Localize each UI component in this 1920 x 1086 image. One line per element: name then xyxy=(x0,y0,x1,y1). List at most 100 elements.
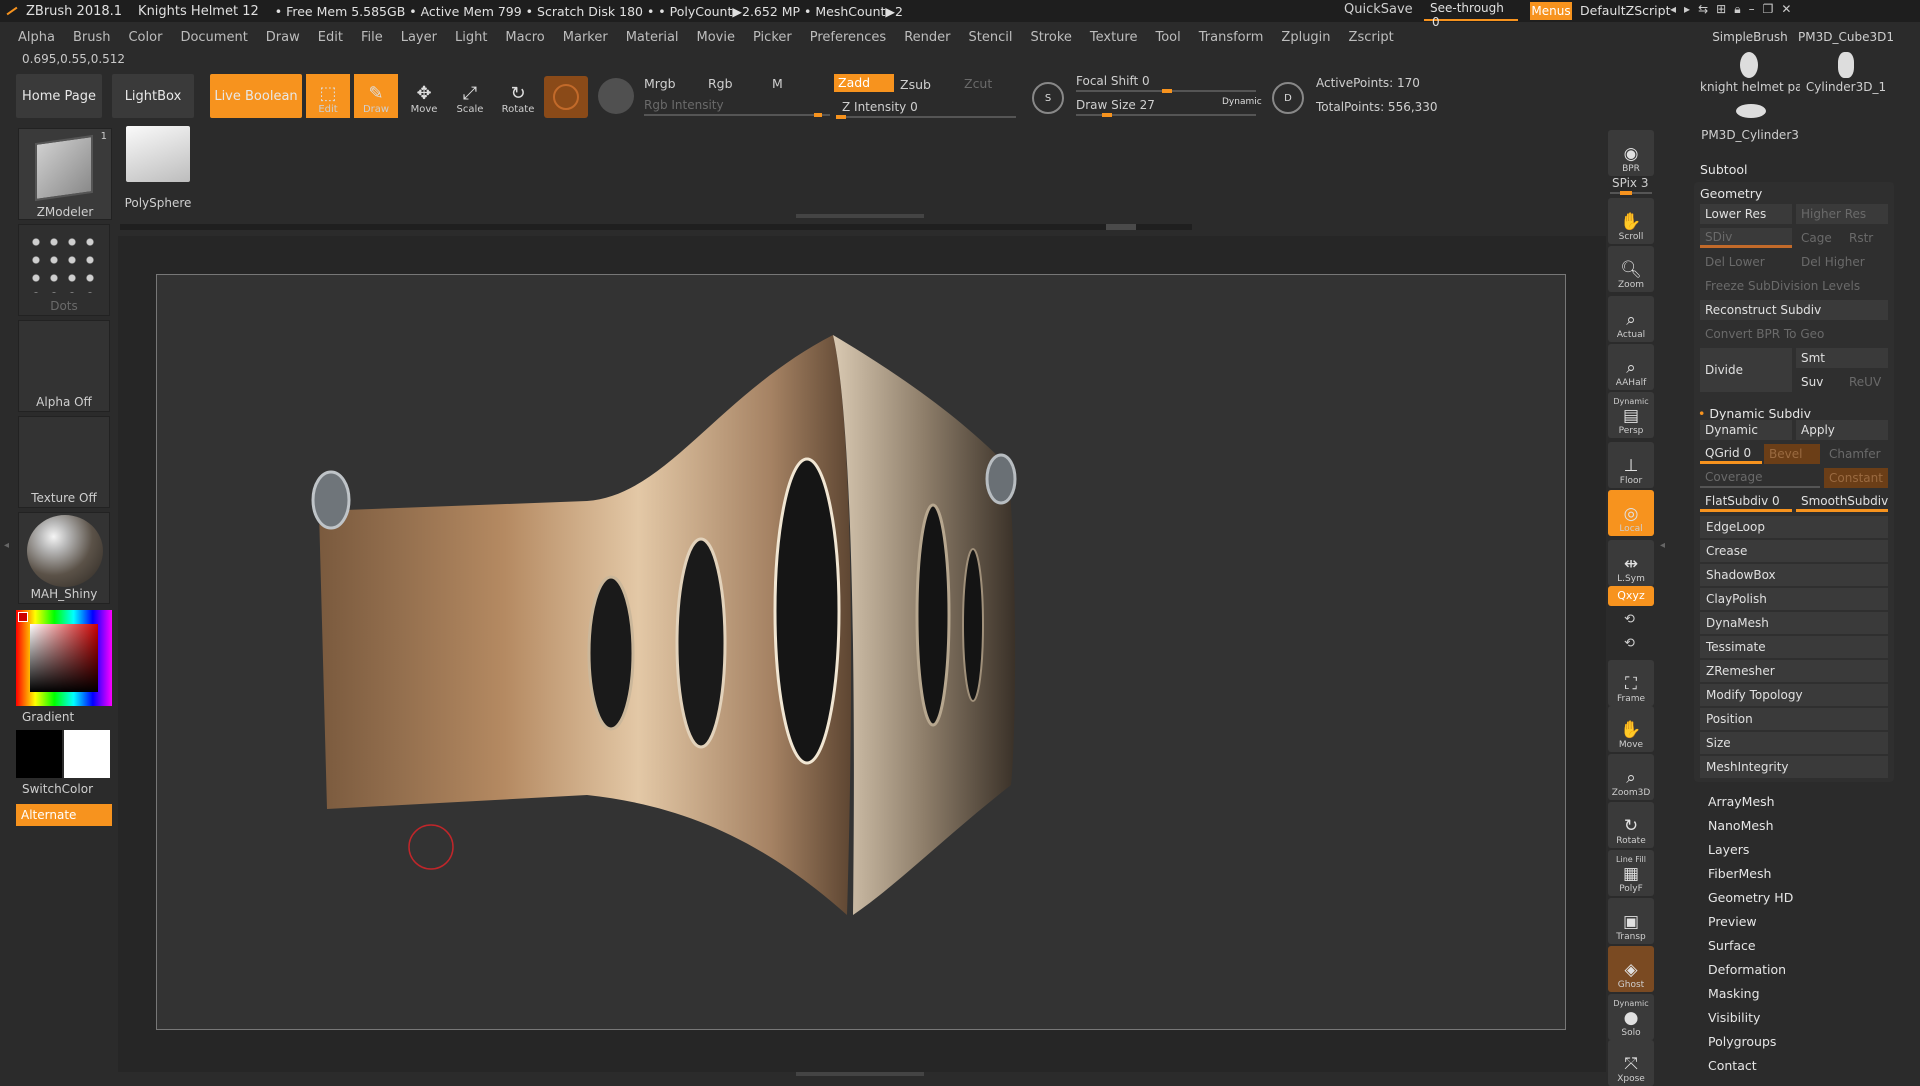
geometry-claypolish[interactable]: ClayPolish xyxy=(1700,588,1888,610)
draw-size-track[interactable] xyxy=(1076,113,1256,117)
zoom3d-button[interactable]: ⌕ Zoom3D xyxy=(1608,754,1654,800)
menu-light[interactable]: Light xyxy=(455,30,487,45)
lower-res-button[interactable]: Lower Res xyxy=(1700,204,1792,224)
smooth-subdiv-slider[interactable]: SmoothSubdiv xyxy=(1796,492,1888,512)
menu-alpha[interactable]: Alpha xyxy=(18,30,55,45)
del-higher-button[interactable]: Del Higher xyxy=(1796,252,1888,272)
freeze-subdiv-button[interactable]: Freeze SubDivision Levels xyxy=(1700,276,1888,296)
secondary-color-swatch[interactable] xyxy=(64,730,110,778)
stroke-dots-tile[interactable]: Dots xyxy=(18,224,110,316)
tool-thumb-simplebrush[interactable]: SimpleBrush xyxy=(1702,30,1798,44)
default-zscript-button[interactable]: DefaultZScript xyxy=(1580,3,1671,18)
menu-zscript[interactable]: Zscript xyxy=(1349,30,1394,45)
restore-icon[interactable]: ❐ xyxy=(1763,2,1782,16)
dynamic-toggle[interactable]: Dynamic xyxy=(1700,420,1792,440)
menu-visibility[interactable]: Visibility xyxy=(1708,1010,1760,1025)
apply-button[interactable]: Apply xyxy=(1796,420,1888,440)
tool-strip-scrollbar[interactable] xyxy=(120,224,1192,230)
menu-preferences[interactable]: Preferences xyxy=(810,30,886,45)
menu-edit[interactable]: Edit xyxy=(318,30,343,45)
menu-arraymesh[interactable]: ArrayMesh xyxy=(1708,794,1775,809)
rotate-mode-button[interactable]: ↻ Rotate xyxy=(496,74,540,118)
menu-brush[interactable]: Brush xyxy=(73,30,111,45)
alternate-button[interactable]: Alternate xyxy=(16,804,112,826)
menu-transform[interactable]: Transform xyxy=(1199,30,1264,45)
bevel-toggle[interactable]: Bevel xyxy=(1764,444,1820,464)
reconstruct-subdiv-button[interactable]: Reconstruct Subdiv xyxy=(1700,300,1888,320)
menu-tool[interactable]: Tool xyxy=(1155,30,1180,45)
geometry-crease[interactable]: Crease xyxy=(1700,540,1888,562)
xpose-button[interactable]: ⤧ Xpose xyxy=(1608,1040,1654,1086)
menu-draw[interactable]: Draw xyxy=(266,30,300,45)
focal-shift-slider[interactable]: Focal Shift 0 xyxy=(1076,74,1150,88)
texture-tile[interactable]: Texture Off xyxy=(18,416,110,508)
menu-material[interactable]: Material xyxy=(626,30,679,45)
rstr-button[interactable]: Rstr xyxy=(1844,228,1888,248)
zmodeler-brush-tile[interactable]: 1 ZModeler xyxy=(18,128,112,220)
zadd-button[interactable]: Zadd xyxy=(834,74,894,92)
dynamic-size-button[interactable]: Dynamic xyxy=(1222,97,1262,107)
reuv-button[interactable]: ReUV xyxy=(1844,372,1888,392)
color-picker[interactable] xyxy=(16,610,112,706)
menu-fibermesh[interactable]: FiberMesh xyxy=(1708,866,1771,881)
menu-layer[interactable]: Layer xyxy=(401,30,437,45)
rotate-view-button[interactable]: ↻ Rotate xyxy=(1608,802,1654,848)
menu-nanomesh[interactable]: NanoMesh xyxy=(1708,818,1774,833)
sdiv-slider[interactable]: SDiv xyxy=(1700,228,1792,248)
layout-icon[interactable]: ⊞ xyxy=(1716,2,1734,16)
qgrid-slider[interactable]: QGrid 0 xyxy=(1700,444,1762,464)
menu-layers[interactable]: Layers xyxy=(1708,842,1749,857)
menu-surface[interactable]: Surface xyxy=(1708,938,1756,953)
geometry-shadowbox[interactable]: ShadowBox xyxy=(1700,564,1888,586)
main-color-swatch[interactable] xyxy=(16,730,62,778)
menu-movie[interactable]: Movie xyxy=(697,30,735,45)
dynamic-subdiv-menu[interactable]: • Dynamic Subdiv xyxy=(1698,406,1811,421)
rgb-intensity-slider[interactable]: Rgb Intensity xyxy=(644,98,724,112)
tool-thumb-pm3d-cube[interactable]: PM3D_Cube3D1 xyxy=(1796,30,1896,44)
actual-button[interactable]: ⌕ Actual xyxy=(1608,296,1654,342)
minimize-icon[interactable]: – xyxy=(1749,2,1763,16)
menu-render[interactable]: Render xyxy=(904,30,950,45)
spix-slider[interactable]: SPix 3 xyxy=(1612,176,1648,190)
live-boolean-button[interactable]: Live Boolean xyxy=(210,74,302,118)
geometry-menu[interactable]: Geometry xyxy=(1700,186,1762,201)
geometry-modify-topology[interactable]: Modify Topology xyxy=(1700,684,1888,706)
menu-texture[interactable]: Texture xyxy=(1090,30,1138,45)
rgb-button[interactable]: Rgb xyxy=(708,76,733,91)
focal-shift-track[interactable] xyxy=(1076,89,1256,93)
draw-mode-button[interactable]: ✎ Draw xyxy=(354,74,398,118)
undo-history-icon[interactable]: ⇆ xyxy=(1698,2,1716,16)
scale-mode-button[interactable]: ⤢ Scale xyxy=(448,74,492,118)
transp-button[interactable]: ▣ Transp xyxy=(1608,898,1654,944)
tool-thumb-pm3d-cylinder[interactable]: PM3D_Cylinder3 xyxy=(1700,128,1800,142)
suv-toggle[interactable]: Suv xyxy=(1796,372,1840,392)
menu-marker[interactable]: Marker xyxy=(563,30,608,45)
z-rotate-icon[interactable]: ⟲ xyxy=(1624,636,1635,651)
tool-thumb-cylinder3d[interactable]: Cylinder3D_1 xyxy=(1796,80,1896,94)
menu-geometry-hd[interactable]: Geometry HD xyxy=(1708,890,1793,905)
helmet-mask-model[interactable] xyxy=(157,275,1567,1031)
persp-button[interactable]: Dynamic ▤ Persp xyxy=(1608,392,1654,438)
xyz-symmetry-button[interactable]: Qxyz xyxy=(1608,586,1654,606)
symmetry-s-icon[interactable]: S xyxy=(1032,82,1064,114)
rgb-intensity-track[interactable] xyxy=(644,113,830,117)
floor-button[interactable]: ⊥ Floor xyxy=(1608,442,1654,488)
move-mode-button[interactable]: ✥ Move xyxy=(402,74,446,118)
geometry-dynamesh[interactable]: DynaMesh xyxy=(1700,612,1888,634)
edit-mode-button[interactable]: ⬚ Edit xyxy=(306,74,350,118)
geometry-position[interactable]: Position xyxy=(1700,708,1888,730)
subtool-menu[interactable]: Subtool xyxy=(1700,162,1747,177)
polysphere-tool-tile[interactable]: PolySphere xyxy=(120,124,196,214)
cage-button[interactable]: Cage xyxy=(1796,228,1840,248)
menu-polygroups[interactable]: Polygroups xyxy=(1708,1034,1776,1049)
tool-thumb-knight[interactable]: knight helmet pa xyxy=(1700,80,1800,94)
ghost-button[interactable]: ◈ Ghost xyxy=(1608,946,1654,992)
menu-zplugin[interactable]: Zplugin xyxy=(1281,30,1330,45)
gradient-label[interactable]: Gradient xyxy=(22,710,74,724)
scroll-button[interactable]: ✋ Scroll xyxy=(1608,198,1654,244)
menu-stroke[interactable]: Stroke xyxy=(1030,30,1071,45)
flat-subdiv-slider[interactable]: FlatSubdiv 0 xyxy=(1700,492,1792,512)
see-through-slider[interactable]: See-through 0 xyxy=(1424,1,1518,29)
zsub-button[interactable]: Zsub xyxy=(900,77,931,92)
menu-document[interactable]: Document xyxy=(180,30,247,45)
